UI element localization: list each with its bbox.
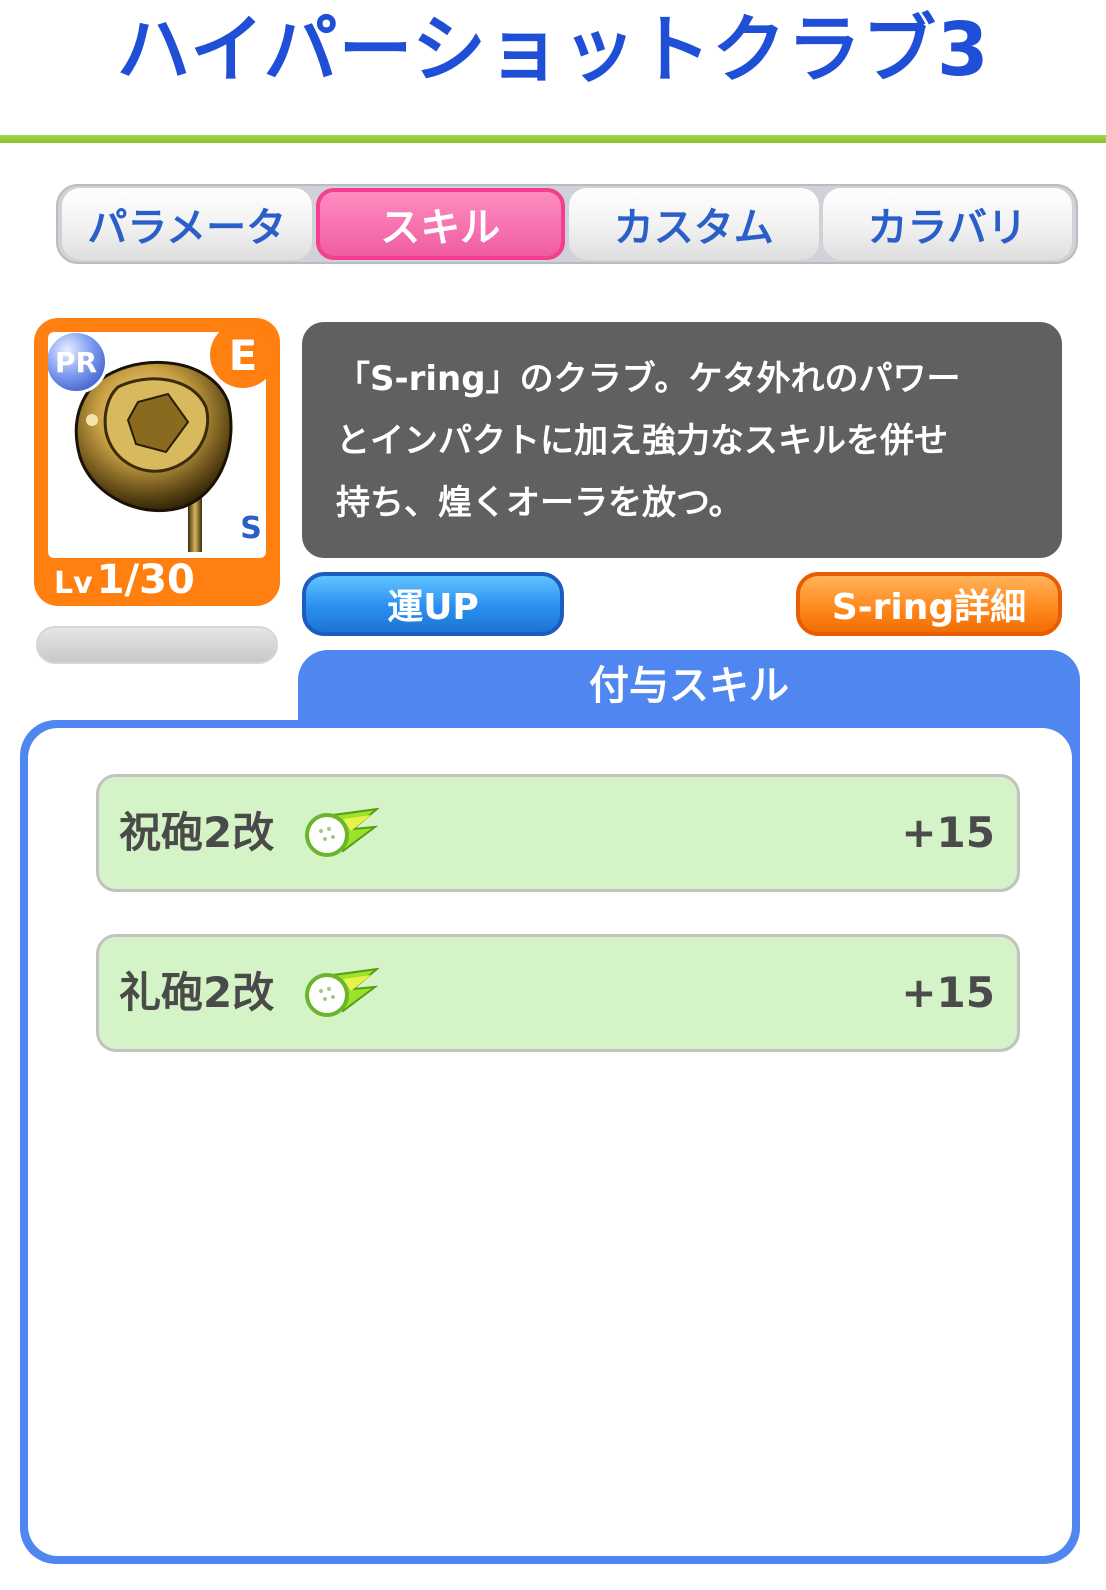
skill-row[interactable]: 礼砲2改 +15	[96, 934, 1020, 1052]
description-line: 「S-ring」のクラブ。ケタ外れのパワー	[336, 359, 961, 399]
club-level: Lv 1/30	[54, 560, 195, 600]
title-divider	[0, 135, 1106, 143]
skill-value: +15	[901, 968, 995, 1017]
description-line: とインパクトに加え強力なスキルを併せ	[336, 421, 948, 461]
skills-panel-title: 付与スキル	[589, 663, 789, 709]
golf-ball-comet-icon	[305, 967, 379, 1017]
experience-gauge	[36, 626, 278, 664]
s-ring-brand-icon: S	[240, 511, 262, 546]
tab-bar: パラメータ スキル カスタム カラバリ	[56, 184, 1078, 264]
club-description: 「S-ring」のクラブ。ケタ外れのパワー とインパクトに加え強力なスキルを併せ…	[302, 322, 1062, 558]
skill-name: 礼砲2改	[119, 968, 275, 1017]
s-ring-detail-button[interactable]: S-ring詳細	[796, 572, 1062, 636]
golf-ball-comet-icon	[305, 807, 379, 857]
skill-name: 祝砲2改	[119, 808, 275, 857]
club-card[interactable]: PR S E Lv 1/30	[34, 318, 280, 606]
svg-text:S: S	[240, 511, 262, 546]
grade-badge: E	[210, 322, 276, 388]
tab-color-variation[interactable]: カラバリ	[822, 188, 1072, 260]
tab-custom[interactable]: カスタム	[569, 188, 819, 260]
skill-row[interactable]: 祝砲2改 +15	[96, 774, 1020, 892]
page-title: ハイパーショットクラブ3	[116, 7, 990, 93]
skill-value: +15	[901, 808, 995, 857]
tab-parameters[interactable]: パラメータ	[62, 188, 312, 260]
skills-list: 祝砲2改 +15 礼砲2改 +15	[28, 728, 1072, 1556]
luck-up-button[interactable]: 運UP	[302, 572, 564, 636]
description-line: 持ち、煌くオーラを放つ。	[336, 483, 743, 523]
level-prefix: Lv	[54, 566, 93, 601]
tab-skills[interactable]: スキル	[315, 188, 565, 260]
skills-panel: 祝砲2改 +15 礼砲2改 +15	[20, 720, 1080, 1564]
level-value: 1/30	[96, 557, 195, 603]
